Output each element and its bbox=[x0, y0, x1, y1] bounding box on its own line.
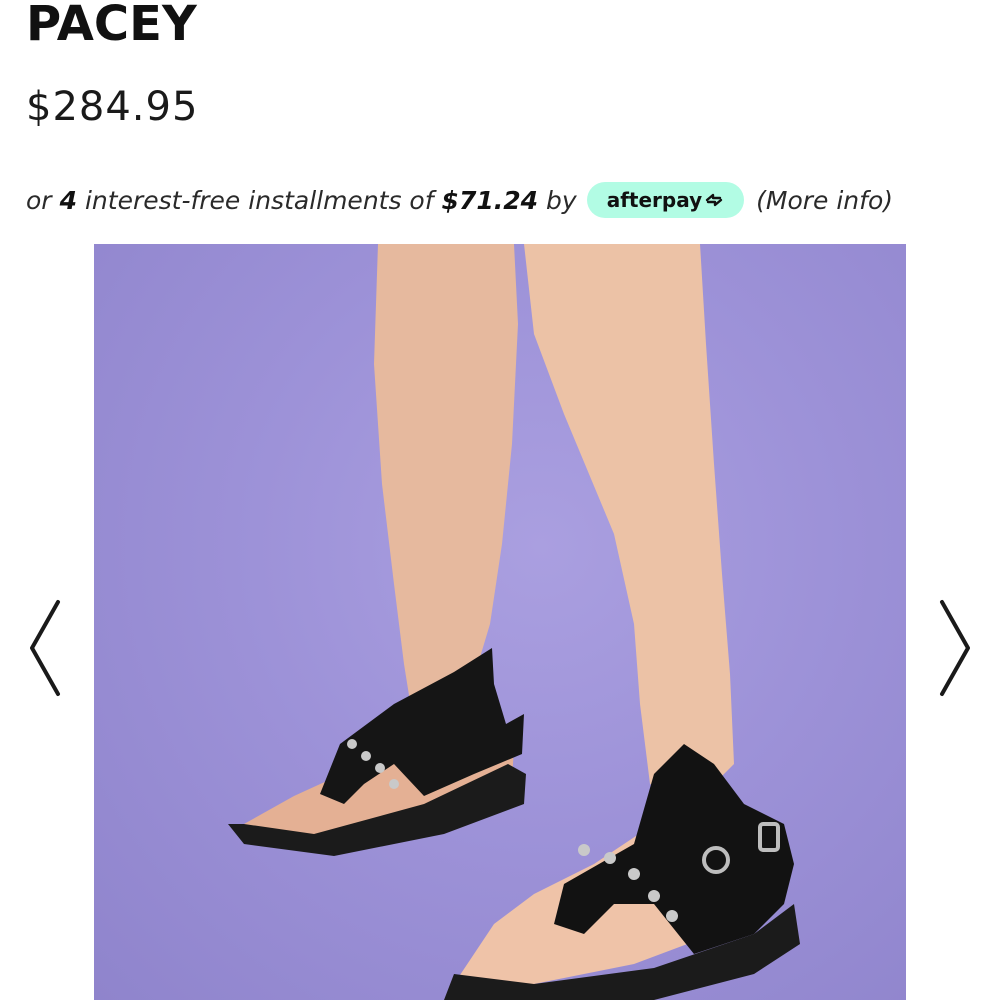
afterpay-badge[interactable]: afterpay bbox=[586, 182, 745, 218]
product-page: PACEY $284.95 or 4 interest-free install… bbox=[0, 0, 1000, 1000]
installment-amount: $71.24 bbox=[441, 185, 539, 215]
product-title: PACEY bbox=[26, 0, 197, 52]
front-sandal-upper bbox=[554, 744, 794, 954]
back-leg bbox=[374, 244, 518, 714]
afterpay-logo-text: afterpay bbox=[606, 188, 703, 212]
chevron-left-icon bbox=[30, 600, 60, 696]
product-photo bbox=[228, 244, 800, 1000]
product-price: $284.95 bbox=[26, 84, 199, 130]
chevron-right-icon bbox=[940, 600, 970, 696]
installments-info: or 4 interest-free installments of $71.2… bbox=[26, 180, 893, 220]
front-leg bbox=[524, 244, 734, 804]
carousel-prev-button[interactable] bbox=[20, 596, 70, 700]
more-info-link[interactable]: (More info) bbox=[756, 186, 893, 215]
installments-prefix: or bbox=[26, 185, 52, 215]
product-image[interactable] bbox=[94, 244, 906, 1000]
installments-suffix: by bbox=[546, 185, 577, 215]
afterpay-arrows-icon bbox=[705, 193, 723, 207]
installments-count: 4 bbox=[59, 185, 77, 215]
installments-text: interest-free installments of bbox=[84, 185, 434, 215]
carousel-next-button[interactable] bbox=[930, 596, 980, 700]
